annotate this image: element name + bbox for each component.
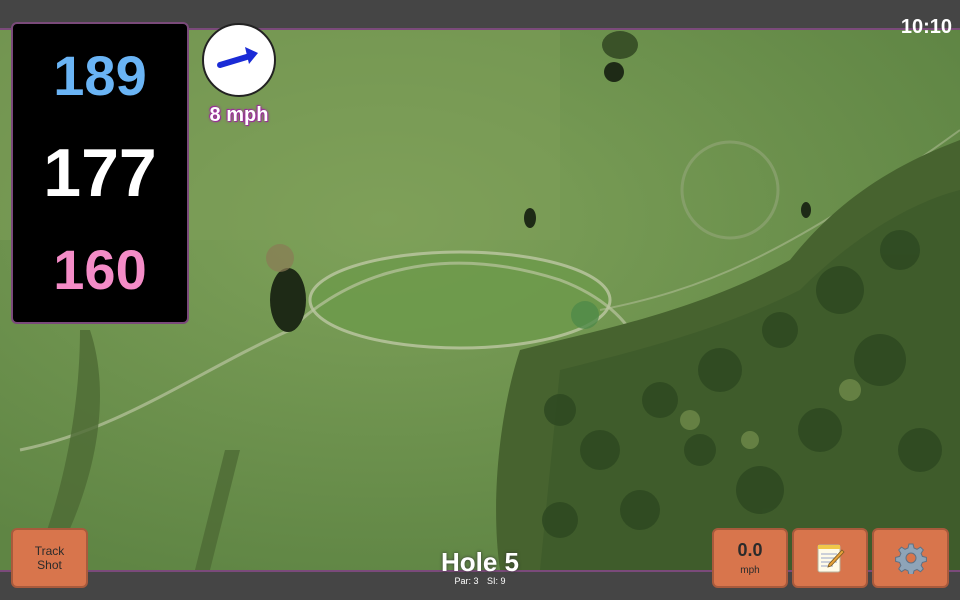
speed-value: 0.0 — [737, 539, 763, 560]
clock: 10:10 — [900, 16, 952, 38]
hole-par: Par: 3 — [454, 576, 479, 586]
distance-middle: 177 — [43, 134, 157, 211]
scorecard-button[interactable] — [792, 528, 868, 588]
track-shot-label-line2: Shot — [37, 558, 62, 572]
track-shot-button[interactable]: Track Shot — [11, 528, 88, 588]
hole-stroke-index: SI: 9 — [487, 576, 506, 586]
notepad-icon — [817, 544, 845, 573]
hole-info: Par: 3 SI: 9 — [380, 577, 580, 586]
speed-button[interactable]: 0.0 mph — [712, 528, 788, 588]
track-shot-label-line1: Track — [34, 543, 65, 558]
distance-front: 160 — [53, 238, 147, 302]
wind-speed-label: 8 mph — [209, 104, 269, 126]
wind-dial — [202, 23, 276, 97]
distance-panel: 189 177 160 — [11, 22, 189, 324]
gear-icon — [894, 543, 927, 574]
speed-unit: mph — [740, 564, 760, 576]
wind-arrow-icon — [217, 47, 258, 68]
settings-button[interactable] — [872, 528, 949, 588]
distance-back: 189 — [53, 43, 147, 107]
hole-title: Hole 5 — [440, 547, 520, 577]
